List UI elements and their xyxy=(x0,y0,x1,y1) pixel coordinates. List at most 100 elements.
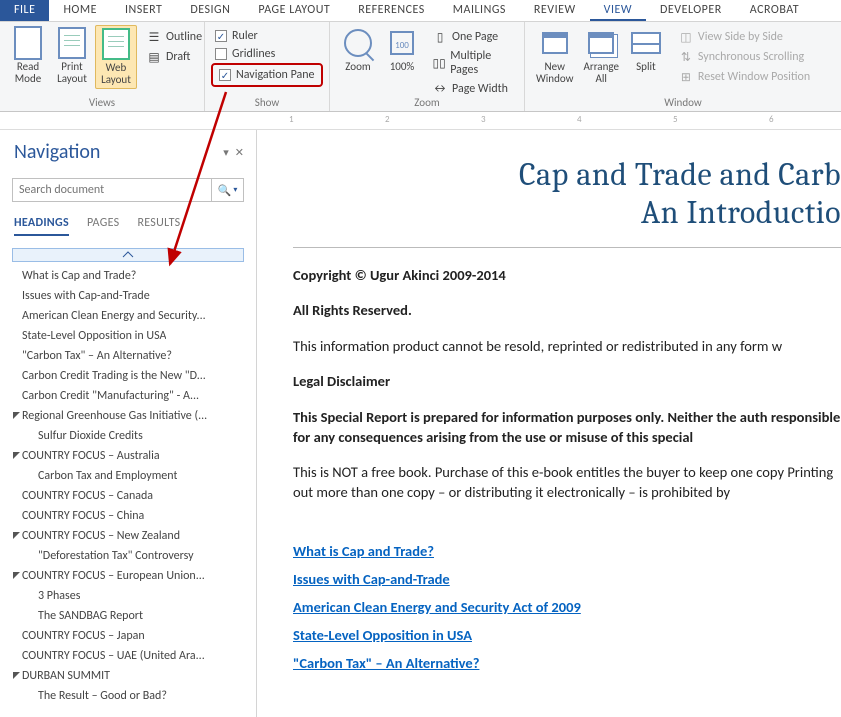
nav-heading-item[interactable]: COUNTRY FOCUS – European Union... xyxy=(4,566,252,586)
nav-heading-item[interactable]: Regional Greenhouse Gas Initiative (... xyxy=(4,406,252,426)
nav-heading-item[interactable]: Carbon Tax and Employment xyxy=(4,466,252,486)
collapse-triangle-icon[interactable] xyxy=(10,570,22,583)
nav-collapse-bar[interactable] xyxy=(12,248,244,262)
nav-item-label: The Result – Good or Bad? xyxy=(38,689,167,703)
nav-heading-item[interactable]: American Clean Energy and Security... xyxy=(4,306,252,326)
search-button[interactable]: 🔍▾ xyxy=(211,179,243,201)
gridlines-checkbox[interactable]: Gridlines xyxy=(211,45,323,63)
toc-link[interactable]: American Clean Energy and Security Act o… xyxy=(293,598,841,616)
nav-heading-item[interactable]: Sulfur Dioxide Credits xyxy=(4,426,252,446)
toc-link[interactable]: State-Level Opposition in USA xyxy=(293,626,841,644)
nav-item-label: Carbon Credit "Manufacturing" - A... xyxy=(22,389,199,403)
nav-item-label: COUNTRY FOCUS – Canada xyxy=(22,489,153,503)
collapse-triangle-icon[interactable] xyxy=(10,530,22,543)
side-by-side-icon: ◫ xyxy=(678,29,694,45)
nav-heading-item[interactable]: "Carbon Tax" – An Alternative? xyxy=(4,346,252,366)
tab-insert[interactable]: INSERT xyxy=(111,0,176,21)
reset-window-icon: ⊞ xyxy=(678,69,694,85)
nav-heading-item[interactable]: COUNTRY FOCUS – China xyxy=(4,506,252,526)
menu-tabs: FILE HOME INSERT DESIGN PAGE LAYOUT REFE… xyxy=(0,0,841,22)
nav-item-label: 3 Phases xyxy=(38,589,80,603)
collapse-triangle-icon[interactable] xyxy=(10,410,22,423)
multiple-pages-button[interactable]: ▯▯ Multiple Pages xyxy=(428,47,518,79)
outline-button[interactable]: ☰ Outline xyxy=(142,27,206,47)
tab-mailings[interactable]: MAILINGS xyxy=(439,0,520,21)
collapse-up-icon xyxy=(122,251,134,259)
nav-tab-headings[interactable]: HEADINGS xyxy=(14,216,69,236)
nav-heading-item[interactable]: COUNTRY FOCUS – Canada xyxy=(4,486,252,506)
tab-developer[interactable]: DEVELOPER xyxy=(646,0,736,21)
nav-heading-item[interactable]: Carbon Credit Trading is the New "D... xyxy=(4,366,252,386)
navigation-pane-checkbox[interactable]: ✓ Navigation Pane xyxy=(215,66,319,84)
doc-paragraph: This is NOT a free book. Purchase of thi… xyxy=(293,463,841,502)
nav-tab-results[interactable]: RESULTS xyxy=(137,216,180,236)
nav-item-label: The SANDBAG Report xyxy=(38,609,143,623)
nav-options-dropdown[interactable]: ▾ xyxy=(223,146,229,159)
nav-heading-item[interactable]: The SANDBAG Report xyxy=(4,606,252,626)
zoom-100-button[interactable]: 100 100% xyxy=(381,25,423,75)
checkbox-icon xyxy=(215,48,227,60)
nav-heading-item[interactable]: 3 Phases xyxy=(4,586,252,606)
doc-paragraph: This information product cannot be resol… xyxy=(293,337,841,357)
toc-link[interactable]: "Carbon Tax" – An Alternative? xyxy=(293,654,841,672)
view-side-by-side-button[interactable]: ◫ View Side by Side xyxy=(674,27,814,47)
tab-review[interactable]: REVIEW xyxy=(520,0,590,21)
nav-heading-item[interactable]: The Result – Good or Bad? xyxy=(4,686,252,706)
nav-heading-item[interactable]: DURBAN SUMMIT xyxy=(4,666,252,686)
nav-item-label: COUNTRY FOCUS – New Zealand xyxy=(22,529,180,543)
search-icon: 🔍 xyxy=(218,184,232,197)
new-window-button[interactable]: New Window xyxy=(532,25,578,87)
nav-heading-item[interactable]: Issues with Cap-and-Trade xyxy=(4,286,252,306)
horizontal-ruler[interactable]: 1234567 xyxy=(0,112,841,130)
nav-heading-item[interactable]: "Deforestation Tax" Controversy xyxy=(4,546,252,566)
multiple-pages-icon: ▯▯ xyxy=(432,55,446,71)
reset-window-position-button[interactable]: ⊞ Reset Window Position xyxy=(674,67,814,87)
nav-item-label: DURBAN SUMMIT xyxy=(22,669,110,683)
collapse-triangle-icon[interactable] xyxy=(10,670,22,683)
rights-line: All Rights Reserved. xyxy=(293,301,841,321)
doc-title-line1: Cap and Trade and Carb xyxy=(293,156,841,194)
ruler-checkbox[interactable]: ✓ Ruler xyxy=(211,27,323,45)
tab-acrobat[interactable]: ACROBAT xyxy=(736,0,813,21)
new-window-icon xyxy=(539,27,571,59)
document-area[interactable]: Cap and Trade and Carb An Introductio Co… xyxy=(257,130,841,717)
tab-file[interactable]: FILE xyxy=(0,0,49,21)
nav-heading-item[interactable]: COUNTRY FOCUS – Japan xyxy=(4,626,252,646)
tab-home[interactable]: HOME xyxy=(49,0,111,21)
synchronous-scrolling-button[interactable]: ⇅ Synchronous Scrolling xyxy=(674,47,814,67)
ruler-mark: 3 xyxy=(481,114,486,125)
tab-design[interactable]: DESIGN xyxy=(176,0,244,21)
nav-heading-item[interactable]: State-Level Opposition in USA xyxy=(4,326,252,346)
arrange-all-button[interactable]: Arrange All xyxy=(580,25,623,87)
search-input[interactable] xyxy=(13,179,211,201)
nav-item-label: COUNTRY FOCUS – UAE (United Ara... xyxy=(22,649,205,663)
checkbox-checked-icon: ✓ xyxy=(219,69,231,81)
nav-heading-item[interactable]: COUNTRY FOCUS – New Zealand xyxy=(4,526,252,546)
read-mode-icon xyxy=(12,27,44,59)
nav-heading-item[interactable]: What is Cap and Trade? xyxy=(4,266,252,286)
read-mode-button[interactable]: Read Mode xyxy=(7,25,49,87)
tab-page-layout[interactable]: PAGE LAYOUT xyxy=(244,0,344,21)
split-button[interactable]: Split xyxy=(625,25,667,75)
print-layout-button[interactable]: Print Layout xyxy=(51,25,93,87)
nav-heading-item[interactable]: COUNTRY FOCUS – Australia xyxy=(4,446,252,466)
nav-tab-pages[interactable]: PAGES xyxy=(87,216,120,236)
nav-heading-item[interactable]: COUNTRY FOCUS – UAE (United Ara... xyxy=(4,646,252,666)
toc-link[interactable]: What is Cap and Trade? xyxy=(293,542,841,560)
zoom-icon xyxy=(342,27,374,59)
zoom-button[interactable]: Zoom xyxy=(337,25,379,75)
tab-view[interactable]: VIEW xyxy=(590,0,646,21)
toc-link[interactable]: Issues with Cap-and-Trade xyxy=(293,570,841,588)
nav-heading-item[interactable]: Carbon Credit "Manufacturing" - A... xyxy=(4,386,252,406)
one-page-button[interactable]: ▯ One Page xyxy=(428,27,518,47)
ribbon: Read Mode Print Layout Web Layout ☰ Outl… xyxy=(0,22,841,112)
draft-button[interactable]: ▤ Draft xyxy=(142,47,206,67)
nav-close-button[interactable]: ✕ xyxy=(235,146,244,159)
navigation-pane-highlight: ✓ Navigation Pane xyxy=(211,63,323,87)
nav-item-label: Regional Greenhouse Gas Initiative (... xyxy=(22,409,207,423)
search-box: 🔍▾ xyxy=(12,178,244,202)
tab-references[interactable]: REFERENCES xyxy=(344,0,439,21)
nav-item-label: COUNTRY FOCUS – Japan xyxy=(22,629,145,643)
collapse-triangle-icon[interactable] xyxy=(10,450,22,463)
web-layout-button[interactable]: Web Layout xyxy=(95,25,137,89)
